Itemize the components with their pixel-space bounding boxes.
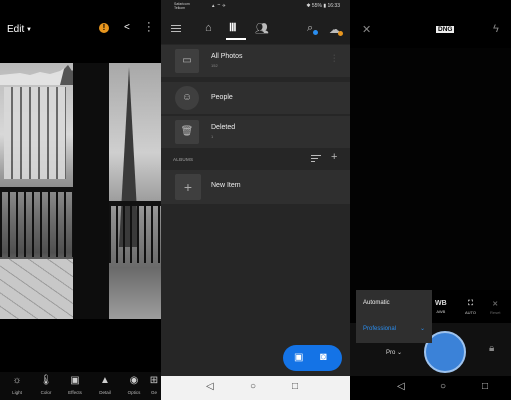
split-divider[interactable] <box>73 63 109 319</box>
edit-topbar: Edit ▼ ! < · · · <box>0 0 161 60</box>
people-icon: ☺ <box>175 86 199 110</box>
reset-control[interactable]: ✕ Reset <box>490 300 500 315</box>
flash-icon[interactable]: ϟ <box>493 23 499 35</box>
format-badge[interactable]: DNG <box>436 26 455 33</box>
library-icon[interactable]: Ⅲ <box>229 21 237 34</box>
mode-selector[interactable]: Pro ⌄ <box>386 349 402 356</box>
photo-after-half <box>109 63 161 319</box>
focus-control[interactable]: ⛶ AUTO <box>465 300 476 315</box>
search-badge <box>313 30 318 35</box>
list-item-all-photos[interactable]: ▭ All Photos 152 · · · <box>161 45 350 77</box>
tool-light[interactable]: ☼ Light <box>4 375 30 395</box>
tool-color[interactable]: 🌡︎ Color <box>33 375 59 395</box>
system-nav-bar: ◁ ○ □ <box>350 376 511 400</box>
home-button-icon[interactable]: ○ <box>250 381 256 392</box>
photo-before-half <box>0 63 73 319</box>
lens-icon: ◉ <box>129 375 139 386</box>
library-screen: Safaricom Telkom ▲ ⌔ ✈ ✱ 55% ▮ 16:33 ⌂ Ⅲ… <box>161 0 350 400</box>
clock: 16:33 <box>327 3 340 9</box>
import-photos-icon[interactable]: ▣ <box>294 352 303 363</box>
warning-icon[interactable]: ! <box>99 23 109 33</box>
recents-icon[interactable]: □ <box>292 381 298 392</box>
camera-icon[interactable]: ◙ <box>320 351 327 363</box>
thermometer-icon: 🌡︎ <box>39 375 53 386</box>
sun-icon: ☼ <box>12 375 22 386</box>
tool-optics[interactable]: ◉ Optics <box>121 375 147 395</box>
photo-canvas[interactable] <box>0 63 161 319</box>
menu-item-professional[interactable]: Professional <box>363 326 396 332</box>
battery-level: 55% <box>311 3 322 9</box>
library-navbar: ⌂ Ⅲ 👥︎ ⌕ ☁ <box>161 14 350 44</box>
list-item-people[interactable]: ☺ People <box>161 82 350 114</box>
lock-icon[interactable]: 🔒︎ <box>489 343 494 354</box>
chevron-down-icon: ⌄ <box>397 350 403 356</box>
albums-header: ALBUMS + <box>173 151 338 164</box>
signal-icon: ▲ ⌔ ✈ <box>211 3 226 8</box>
edit-mode-dropdown[interactable]: Edit <box>7 24 24 35</box>
geometry-icon: ⊞ <box>149 375 159 386</box>
camera-viewfinder[interactable] <box>350 48 511 290</box>
focus-icon: ⛶ <box>468 300 473 307</box>
add-album-icon[interactable]: + <box>331 151 337 163</box>
tool-effects[interactable]: ▣ Effects <box>62 375 88 395</box>
edit-screen: Edit ▼ ! < · · · ☼ Light 🌡︎ Color ▣ Effect… <box>0 0 161 400</box>
list-item-deleted[interactable]: 🗑︎ Deleted 1 <box>161 116 350 148</box>
list-item-new-album[interactable]: + New Item <box>161 170 350 204</box>
add-photos-fab: ▣ ◙ <box>283 345 342 371</box>
home-icon[interactable]: ⌂ <box>205 22 212 34</box>
system-nav-bar: ◁ ○ □ <box>161 376 350 400</box>
back-icon[interactable]: ◁ <box>397 381 405 392</box>
triangle-icon: ▲ <box>100 375 110 386</box>
chevron-down-icon: ⌄ <box>419 326 425 332</box>
white-balance-control[interactable]: WB AWB <box>435 300 447 314</box>
people-tab-icon[interactable]: 👥︎ <box>255 22 269 35</box>
more-options-icon[interactable]: · · · <box>333 52 336 65</box>
share-icon[interactable]: < <box>124 22 130 33</box>
trash-icon: 🗑︎ <box>175 120 199 144</box>
battery-icon: ▮ <box>323 3 327 9</box>
photos-icon: ▭ <box>175 49 199 73</box>
active-tab-indicator <box>226 38 246 40</box>
more-options-icon[interactable]: · · · <box>147 18 151 37</box>
effects-icon: ▣ <box>70 375 80 386</box>
bluetooth-icon: ✱ <box>306 3 311 9</box>
status-right: ✱ 55% ▮ 16:33 <box>306 3 340 9</box>
status-bar: Safaricom Telkom ▲ ⌔ ✈ ✱ 55% ▮ 16:33 <box>161 0 350 14</box>
tool-geometry[interactable]: ⊞ Ge <box>147 375 161 395</box>
reset-icon: ✕ <box>492 301 499 308</box>
plus-icon: + <box>175 174 201 200</box>
back-icon[interactable]: ◁ <box>206 381 214 392</box>
chevron-down-icon[interactable]: ▼ <box>26 27 32 33</box>
home-button-icon[interactable]: ○ <box>440 381 446 392</box>
mode-menu: Automatic Professional ⌄ <box>356 290 432 343</box>
edit-tools-bar: ☼ Light 🌡︎ Color ▣ Effects ▲ Detail ◉ Op… <box>0 372 161 400</box>
sort-icon[interactable] <box>311 155 321 164</box>
camera-screen: ✕ DNG ϟ WB AWB ⛶ AUTO ✕ Reset Pro ⌄ 🔒︎ A… <box>350 0 511 400</box>
menu-item-automatic[interactable]: Automatic <box>363 300 390 306</box>
recents-icon[interactable]: □ <box>482 381 488 392</box>
tool-detail[interactable]: ▲ Detail <box>92 375 118 395</box>
carrier-text: Safaricom Telkom <box>174 2 190 10</box>
cloud-status-badge <box>338 31 343 36</box>
close-icon[interactable]: ✕ <box>362 23 371 36</box>
menu-icon[interactable] <box>171 25 181 34</box>
